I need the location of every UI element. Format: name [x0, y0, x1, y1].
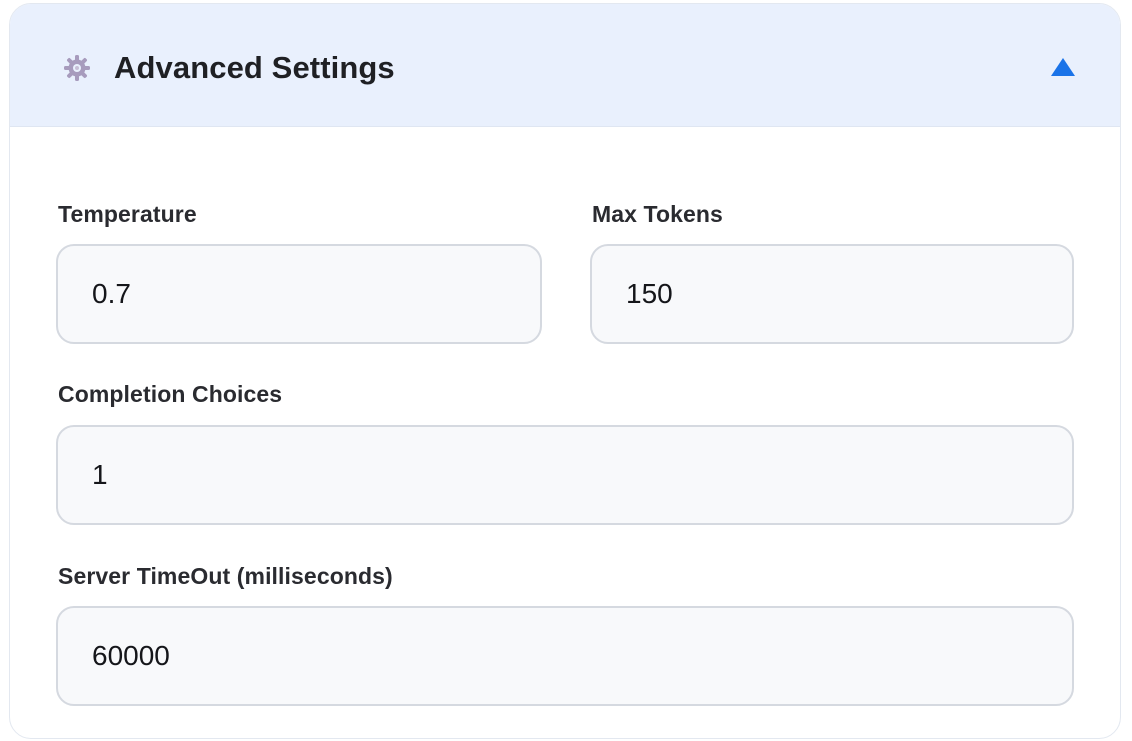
- advanced-settings-panel: Advanced Settings Temperature Max Tokens…: [9, 3, 1121, 739]
- completion-choices-label: Completion Choices: [58, 381, 283, 407]
- section-title: Advanced Settings: [114, 50, 395, 85]
- server-timeout-label: Server TimeOut (milliseconds): [58, 563, 393, 589]
- gear-icon: [63, 54, 91, 82]
- collapse-arrow-up-icon[interactable]: [1050, 56, 1076, 78]
- temperature-label: Temperature: [58, 201, 197, 227]
- server-timeout-input[interactable]: [56, 606, 1074, 706]
- advanced-settings-header[interactable]: Advanced Settings: [10, 4, 1120, 127]
- completion-choices-input[interactable]: [56, 425, 1074, 525]
- max-tokens-label: Max Tokens: [592, 201, 723, 227]
- temperature-input[interactable]: [56, 244, 542, 344]
- max-tokens-input[interactable]: [590, 244, 1074, 344]
